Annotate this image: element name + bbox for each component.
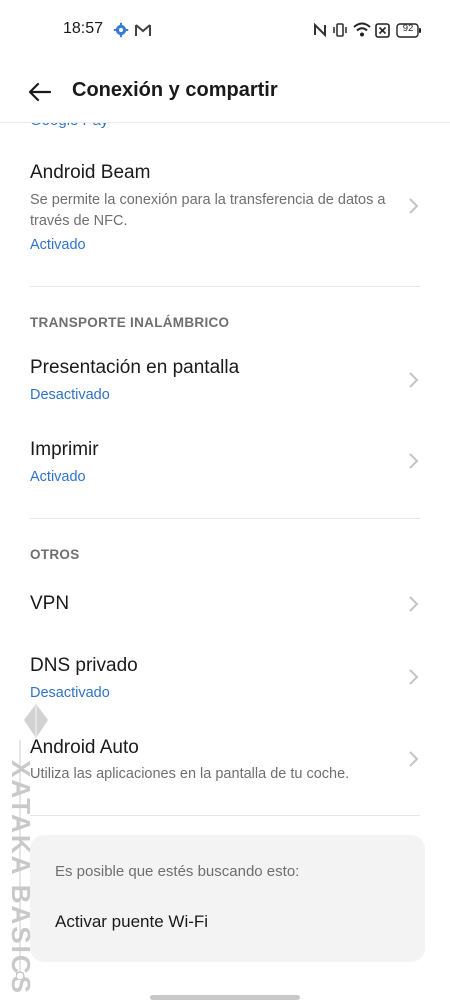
gmail-icon xyxy=(135,22,151,38)
suggestion-card: Es posible que estés buscando esto: Acti… xyxy=(30,835,425,962)
nfc-icon xyxy=(313,22,327,38)
item-title: Android Beam xyxy=(30,162,151,183)
battery-level: 92 xyxy=(402,23,414,34)
item-title: Imprimir xyxy=(30,439,99,460)
list-item-dns-privado[interactable]: DNS privado Desactivado xyxy=(0,643,450,715)
settings-gear-icon xyxy=(113,22,129,38)
page-title: Conexión y compartir xyxy=(72,79,278,101)
item-title: VPN xyxy=(30,593,70,614)
list-item-imprimir[interactable]: Imprimir Activado xyxy=(0,427,450,499)
suggestion-heading: Es posible que estés buscando esto: xyxy=(55,863,300,880)
item-status: Desactivado xyxy=(30,387,110,403)
list-item-presentacion-en-pantalla[interactable]: Presentación en pantalla Desactivado xyxy=(0,345,450,417)
item-status: Activado xyxy=(30,469,86,485)
section-header-transporte: TRANSPORTE INALÁMBRICO xyxy=(30,315,230,330)
chevron-right-icon xyxy=(409,453,419,469)
divider xyxy=(30,815,420,816)
wifi-icon xyxy=(353,22,371,38)
suggestion-link-wifi-hotspot[interactable]: Activar puente Wi-Fi xyxy=(55,912,208,932)
list-item-android-beam[interactable]: Android Beam Se permite la conexión para… xyxy=(0,150,450,270)
back-button[interactable] xyxy=(24,76,56,108)
list-item-vpn[interactable]: VPN xyxy=(0,575,450,633)
item-title: DNS privado xyxy=(30,655,138,676)
chevron-right-icon xyxy=(409,669,419,685)
battery-icon: 92 xyxy=(396,22,422,38)
sim-off-icon xyxy=(375,22,390,38)
navigation-handle[interactable] xyxy=(150,995,300,1000)
item-title: Presentación en pantalla xyxy=(30,357,240,378)
item-status: Desactivado xyxy=(30,685,110,701)
status-time: 18:57 xyxy=(63,20,104,37)
chevron-right-icon xyxy=(409,596,419,612)
divider xyxy=(30,518,420,519)
app-bar: Conexión y compartir xyxy=(0,62,450,123)
arrow-left-icon xyxy=(28,82,52,102)
chevron-right-icon xyxy=(409,372,419,388)
item-status: Activado xyxy=(30,237,86,253)
chevron-right-icon xyxy=(409,751,419,767)
vibrate-icon xyxy=(332,22,348,38)
status-bar: 18:57 92 xyxy=(0,0,450,60)
list-item-android-auto[interactable]: Android Auto Utiliza las aplicaciones en… xyxy=(0,725,450,797)
item-subtitle: Utiliza las aplicaciones en la pantalla … xyxy=(30,766,350,782)
item-subtitle: Se permite la conexión para la transfere… xyxy=(30,192,386,229)
divider xyxy=(30,286,420,287)
chevron-right-icon xyxy=(409,198,419,214)
section-header-otros: OTROS xyxy=(30,547,80,562)
watermark-text: XATAKA BASICS xyxy=(6,760,36,995)
